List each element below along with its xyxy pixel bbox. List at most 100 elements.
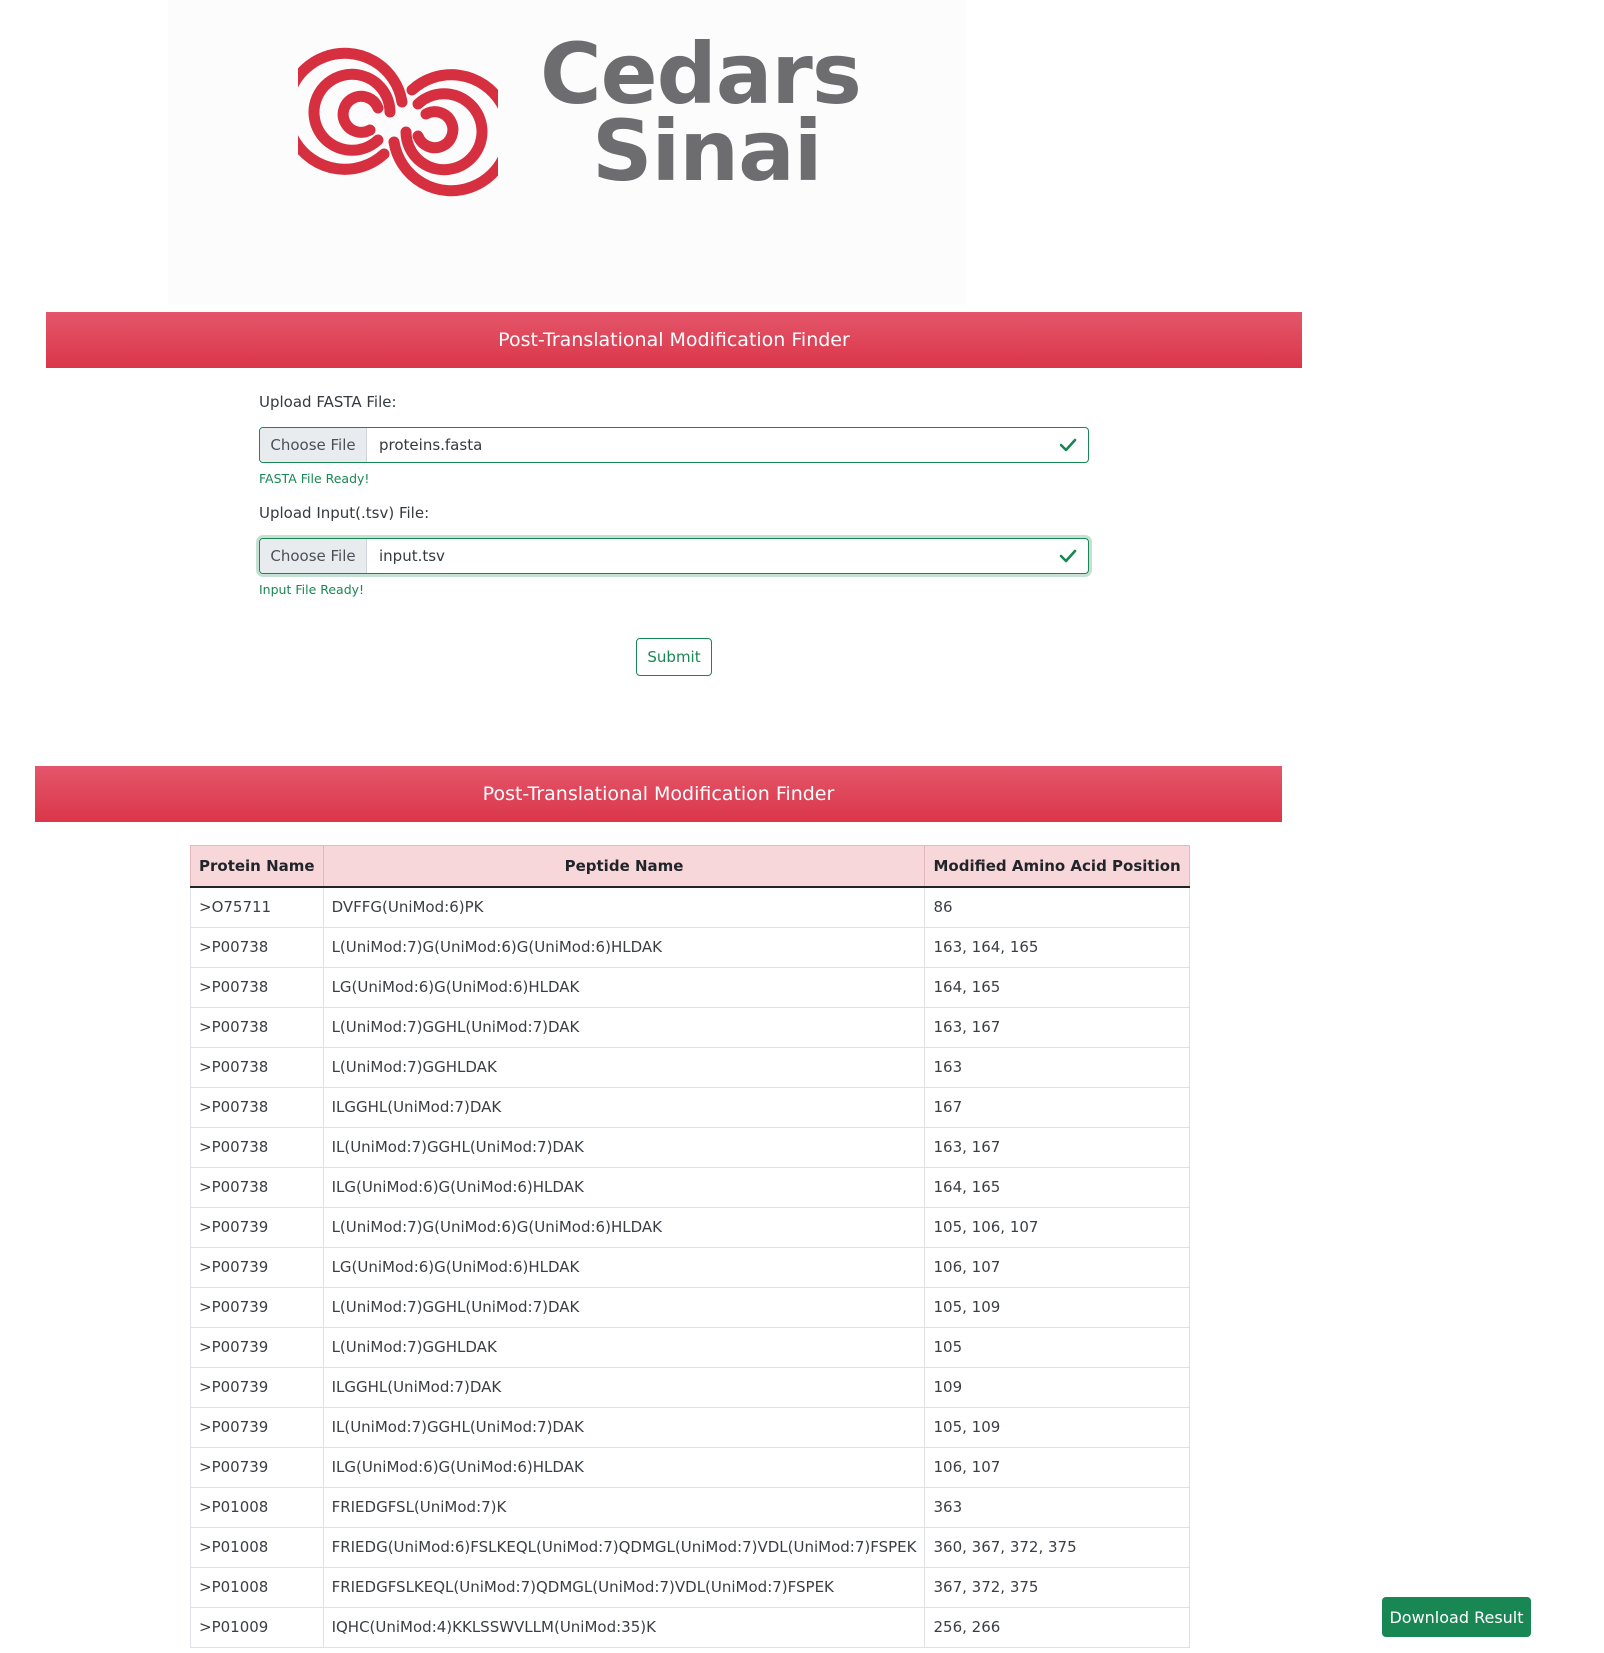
table-header-row: Protein Name Peptide Name Modified Amino… [190, 845, 1190, 888]
table-row: >P00738 LG(UniMod:6)G(UniMod:6)HLDAK 164, … [190, 966, 1190, 1008]
cell-protein-name: >P00739 [190, 1286, 324, 1328]
cell-peptide-name: ILGGHL(UniMod:7)DAK [322, 1086, 926, 1128]
cell-peptide-name: ILG(UniMod:6)G(UniMod:6)HLDAK [322, 1446, 926, 1488]
cell-modified-position: 105, 109 [924, 1406, 1190, 1448]
table-row: >P00738 L(UniMod:7)GGHLDAK 163 [190, 1046, 1190, 1088]
input-status-message: Input File Ready! [259, 582, 365, 597]
cell-peptide-name: LG(UniMod:6)G(UniMod:6)HLDAK [322, 1246, 926, 1288]
table-row: >P00738 ILGGHL(UniMod:7)DAK 167 [190, 1086, 1190, 1128]
banner-title: Post-Translational Modification Finder [482, 783, 835, 805]
cell-peptide-name: L(UniMod:7)GGHL(UniMod:7)DAK [322, 1006, 926, 1048]
cell-modified-position: 105, 106, 107 [924, 1206, 1190, 1248]
column-header-peptide-name: Peptide Name [322, 845, 926, 888]
cell-protein-name: >P01008 [190, 1566, 324, 1608]
input-file-input[interactable]: Choose File input.tsv [259, 538, 1089, 574]
cell-protein-name: >P00738 [190, 1006, 324, 1048]
input-choose-file-button[interactable]: Choose File [260, 539, 367, 573]
cedars-sinai-logo-text: Cedars Sinai [540, 32, 862, 201]
fasta-choose-file-button[interactable]: Choose File [260, 428, 367, 462]
cell-protein-name: >P01008 [190, 1486, 324, 1528]
input-upload-group: Upload Input(.tsv) File: Choose File inp… [259, 504, 1089, 597]
fasta-status-message: FASTA File Ready! [259, 471, 370, 486]
cell-peptide-name: IQHC(UniMod:4)KKLSSWVLLM(UniMod:35)K [322, 1606, 926, 1648]
cell-modified-position: 367, 372, 375 [924, 1566, 1190, 1608]
fasta-upload-group: Upload FASTA File: Choose File proteins.… [259, 393, 1089, 486]
input-file-name: input.tsv [379, 547, 445, 565]
cell-protein-name: >P00738 [190, 1166, 324, 1208]
cell-modified-position: 105 [924, 1326, 1190, 1368]
table-row: >P00739 ILG(UniMod:6)G(UniMod:6)HLDAK 106,… [190, 1446, 1190, 1488]
cell-protein-name: >P00739 [190, 1406, 324, 1448]
cell-modified-position: 164, 165 [924, 1166, 1190, 1208]
cell-modified-position: 163, 167 [924, 1006, 1190, 1048]
table-row: >O75711 DVFFG(UniMod:6)PK 86 [190, 886, 1190, 928]
cell-peptide-name: DVFFG(UniMod:6)PK [322, 886, 926, 928]
cell-modified-position: 256, 266 [924, 1606, 1190, 1648]
table-row: >P00739 ILGGHL(UniMod:7)DAK 109 [190, 1366, 1190, 1408]
cell-modified-position: 106, 107 [924, 1246, 1190, 1288]
cell-modified-position: 363 [924, 1486, 1190, 1528]
cell-protein-name: >P01009 [190, 1606, 324, 1648]
cell-modified-position: 163, 167 [924, 1126, 1190, 1168]
cell-peptide-name: FRIEDGFSLKEQL(UniMod:7)QDMGL(UniMod:7)VD… [322, 1566, 926, 1608]
column-header-protein-name: Protein Name [190, 845, 324, 888]
cell-protein-name: >P00739 [190, 1206, 324, 1248]
download-result-button[interactable]: Download Result [1382, 1597, 1531, 1637]
input-upload-label: Upload Input(.tsv) File: [259, 504, 430, 522]
check-icon [1048, 428, 1088, 462]
cell-peptide-name: L(UniMod:7)GGHLDAK [322, 1046, 926, 1088]
cell-peptide-name: FRIEDGFSL(UniMod:7)K [322, 1486, 926, 1528]
cell-protein-name: >P00739 [190, 1366, 324, 1408]
cell-protein-name: >P00739 [190, 1446, 324, 1488]
cell-peptide-name: L(UniMod:7)G(UniMod:6)G(UniMod:6)HLDAK [322, 926, 926, 968]
check-icon [1048, 539, 1088, 573]
logo-line-sinai: Sinai [592, 102, 823, 201]
fasta-file-input[interactable]: Choose File proteins.fasta [259, 427, 1089, 463]
cell-peptide-name: L(UniMod:7)G(UniMod:6)G(UniMod:6)HLDAK [322, 1206, 926, 1248]
app-title-banner: Post-Translational Modification Finder [46, 312, 1302, 368]
cell-modified-position: 86 [924, 886, 1190, 928]
table-row: >P00738 IL(UniMod:7)GGHL(UniMod:7)DAK 163,… [190, 1126, 1190, 1168]
cell-protein-name: >P00738 [190, 1126, 324, 1168]
fasta-file-name: proteins.fasta [379, 436, 483, 454]
results-table: Protein Name Peptide Name Modified Amino… [190, 845, 1190, 1648]
cell-peptide-name: LG(UniMod:6)G(UniMod:6)HLDAK [322, 966, 926, 1008]
cell-protein-name: >P00739 [190, 1246, 324, 1288]
cell-protein-name: >P00738 [190, 1086, 324, 1128]
cell-peptide-name: L(UniMod:7)GGHL(UniMod:7)DAK [322, 1286, 926, 1328]
table-row: >P00738 L(UniMod:7)G(UniMod:6)G(UniMod:6)… [190, 926, 1190, 968]
table-row: >P00738 ILG(UniMod:6)G(UniMod:6)HLDAK 164,… [190, 1166, 1190, 1208]
cell-modified-position: 163, 164, 165 [924, 926, 1190, 968]
cell-peptide-name: IL(UniMod:7)GGHL(UniMod:7)DAK [322, 1406, 926, 1448]
table-row: >P00739 L(UniMod:7)G(UniMod:6)G(UniMod:6)… [190, 1206, 1190, 1248]
table-row: >P01008 FRIEDGFSLKEQL(UniMod:7)QDMGL(UniM… [190, 1566, 1190, 1608]
table-row: >P00739 L(UniMod:7)GGHL(UniMod:7)DAK 105, … [190, 1286, 1190, 1328]
table-row: >P00739 L(UniMod:7)GGHLDAK 105 [190, 1326, 1190, 1368]
cell-peptide-name: ILGGHL(UniMod:7)DAK [322, 1366, 926, 1408]
cell-peptide-name: L(UniMod:7)GGHLDAK [322, 1326, 926, 1368]
cell-protein-name: >P00739 [190, 1326, 324, 1368]
cell-modified-position: 109 [924, 1366, 1190, 1408]
cell-modified-position: 105, 109 [924, 1286, 1190, 1328]
submit-button[interactable]: Submit [636, 638, 712, 676]
table-row: >P01008 FRIEDG(UniMod:6)FSLKEQL(UniMod:7)… [190, 1526, 1190, 1568]
cell-modified-position: 164, 165 [924, 966, 1190, 1008]
results-table-body: >O75711 DVFFG(UniMod:6)PK 86 >P00738 L(UniMo… [190, 886, 1190, 1648]
cell-peptide-name: ILG(UniMod:6)G(UniMod:6)HLDAK [322, 1166, 926, 1208]
cell-protein-name: >P00738 [190, 926, 324, 968]
cell-protein-name: >O75711 [190, 886, 324, 928]
table-row: >P00739 LG(UniMod:6)G(UniMod:6)HLDAK 106, … [190, 1246, 1190, 1288]
cedars-sinai-logo-mark [298, 47, 498, 197]
results-title-banner: Post-Translational Modification Finder [35, 766, 1282, 822]
cell-peptide-name: FRIEDG(UniMod:6)FSLKEQL(UniMod:7)QDMGL(U… [322, 1526, 926, 1568]
cell-protein-name: >P01008 [190, 1526, 324, 1568]
cell-modified-position: 167 [924, 1086, 1190, 1128]
table-row: >P01009 IQHC(UniMod:4)KKLSSWVLLM(UniMod:3… [190, 1606, 1190, 1648]
banner-title: Post-Translational Modification Finder [498, 329, 850, 351]
cell-protein-name: >P00738 [190, 966, 324, 1008]
column-header-modified-position: Modified Amino Acid Position [924, 845, 1190, 888]
cell-modified-position: 360, 367, 372, 375 [924, 1526, 1190, 1568]
fasta-upload-label: Upload FASTA File: [259, 393, 397, 411]
cell-modified-position: 106, 107 [924, 1446, 1190, 1488]
cell-modified-position: 163 [924, 1046, 1190, 1088]
